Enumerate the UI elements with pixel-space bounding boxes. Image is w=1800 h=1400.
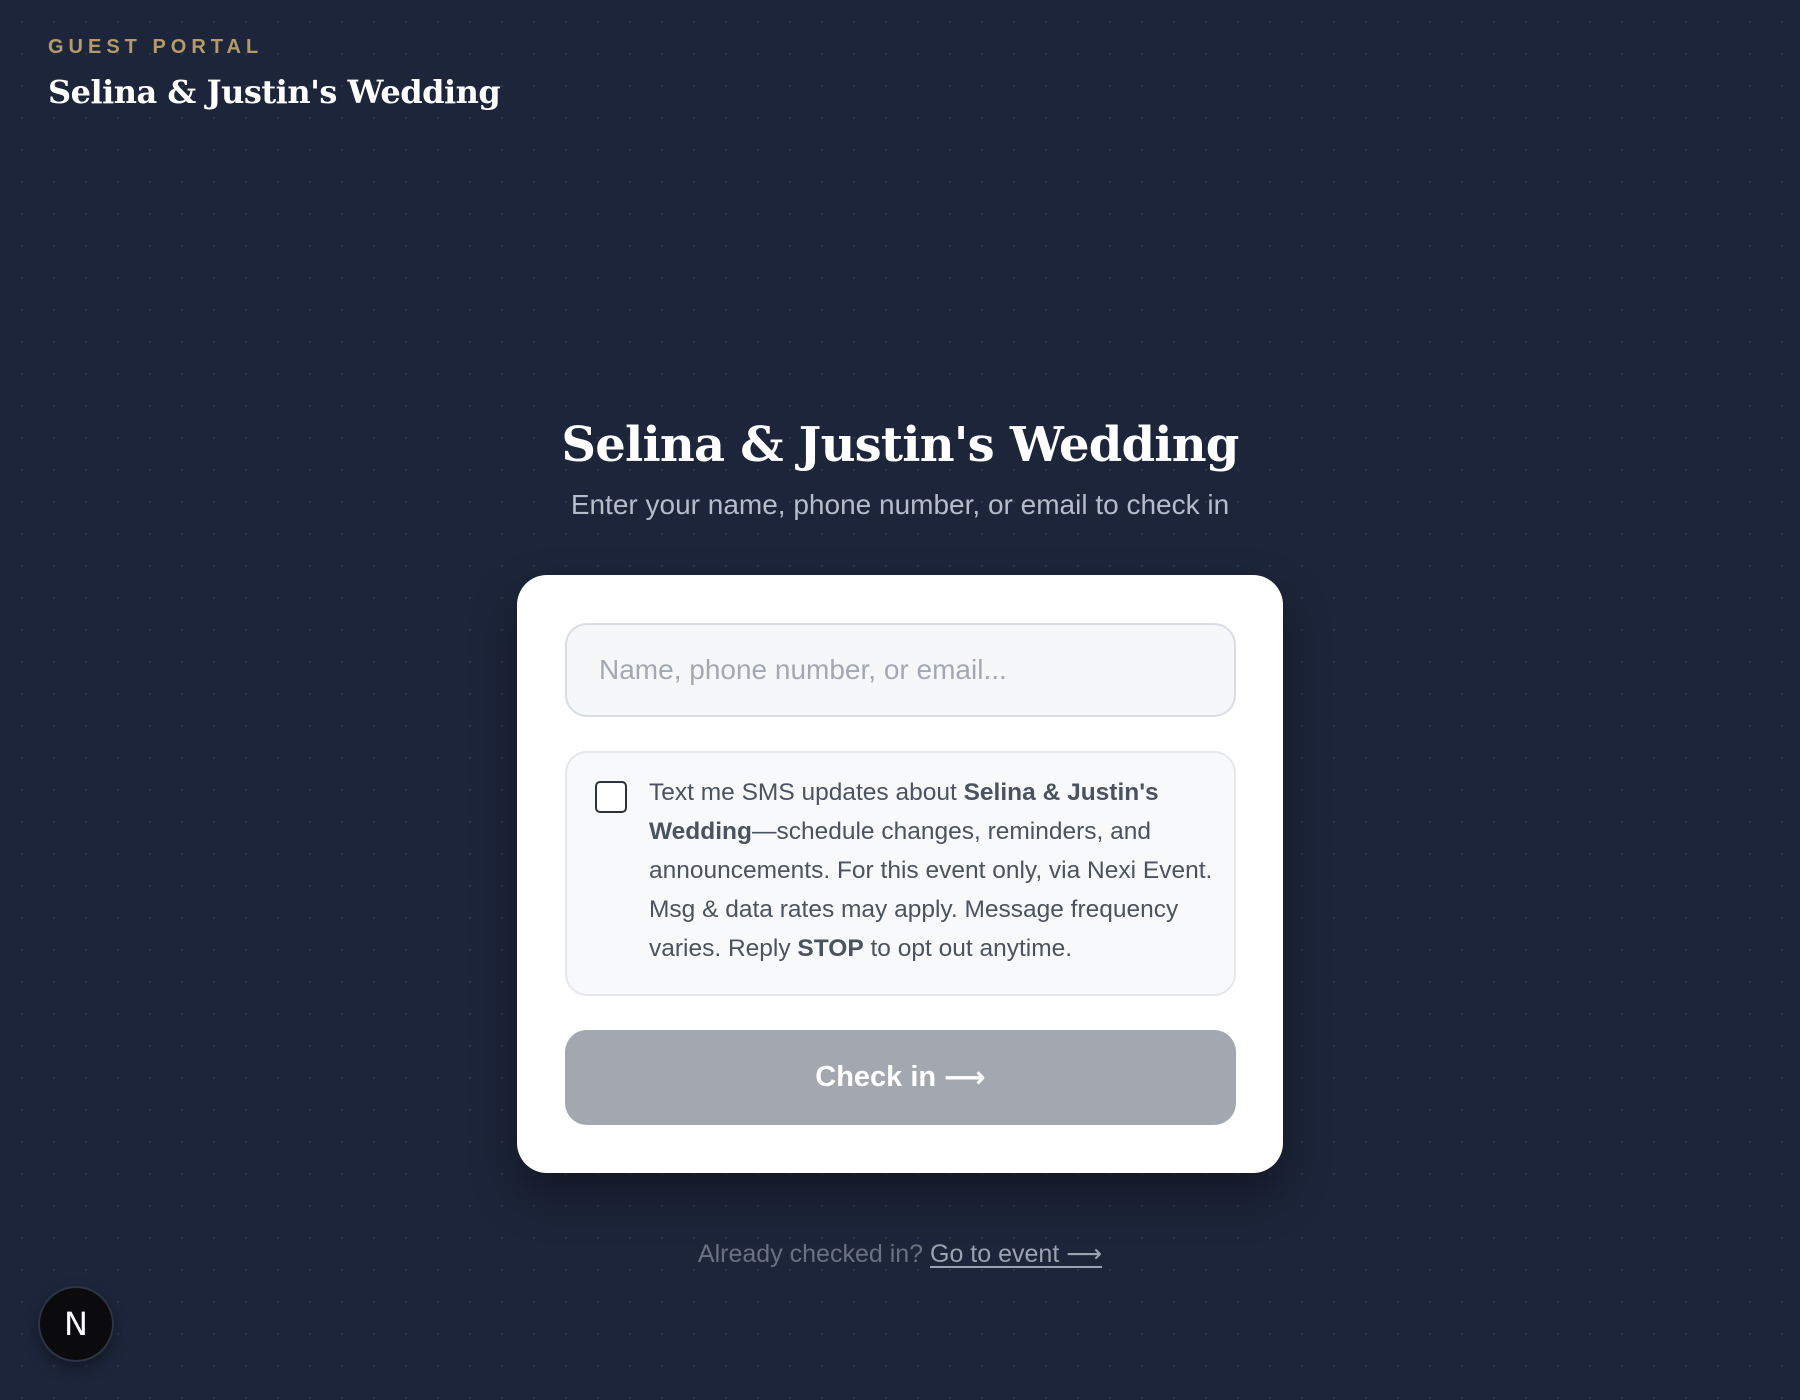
consent-text-before: Text me SMS updates about xyxy=(649,779,964,806)
already-checked-in-prompt: Already checked in? xyxy=(697,1240,924,1268)
already-checked-in: Already checked in? Go to event ⟶ xyxy=(0,1238,1800,1270)
go-to-event-link[interactable]: Go to event ⟶ xyxy=(930,1240,1102,1268)
check-in-label: Check in xyxy=(815,1061,937,1093)
sms-consent-box: Text me SMS updates about Selina & Justi… xyxy=(565,751,1236,996)
nexi-logo-icon[interactable]: N xyxy=(40,1288,112,1360)
arrow-right-icon: ⟶ xyxy=(944,1062,986,1094)
consent-text-after: to opt out anytime. xyxy=(863,935,1073,962)
hero: Selina & Justin's Wedding Enter your nam… xyxy=(0,415,1800,523)
portal-label: GUEST PORTAL xyxy=(48,36,264,58)
sms-consent-checkbox[interactable] xyxy=(595,781,627,813)
nexi-badge-letter: N xyxy=(64,1305,88,1343)
check-in-card: Text me SMS updates about Selina & Justi… xyxy=(517,575,1283,1173)
page-subtitle: Enter your name, phone number, or email … xyxy=(570,489,1230,520)
event-name-header: Selina & Justin's Wedding xyxy=(48,73,501,111)
page-title: Selina & Justin's Wedding xyxy=(561,417,1239,473)
sms-consent-text[interactable]: Text me SMS updates about Selina & Justi… xyxy=(649,773,1219,968)
consent-stop-keyword: STOP xyxy=(797,935,864,962)
guest-search-input[interactable] xyxy=(565,623,1236,717)
site-header: GUEST PORTAL Selina & Justin's Wedding xyxy=(48,34,501,112)
check-in-button[interactable]: Check in ⟶ xyxy=(565,1030,1236,1125)
